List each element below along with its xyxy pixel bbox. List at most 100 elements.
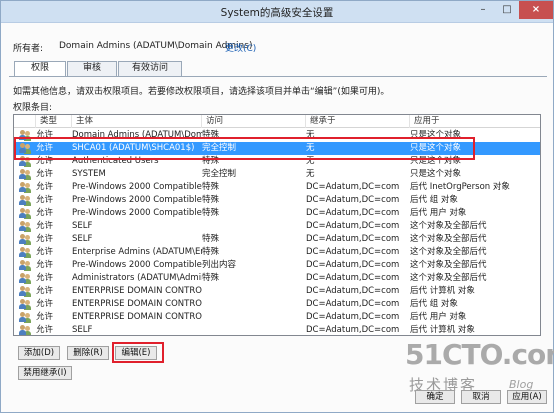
row-inherited-from: DC=Adatum,DC=com bbox=[306, 208, 400, 218]
row-applies-to: 这个对象及全部后代 bbox=[410, 273, 487, 283]
row-access: 特殊 bbox=[202, 156, 220, 166]
table-row[interactable]: 允许 ENTERPRISE DOMAIN CONTRO... DC=Adatum,D… bbox=[14, 298, 540, 311]
minimize-button[interactable]: – bbox=[471, 1, 495, 19]
title-bar: System的高级安全设置 – □ × bbox=[1, 1, 553, 23]
table-row[interactable]: 允许 Pre-Windows 2000 Compatible ... 特殊 DC=Ad… bbox=[14, 207, 540, 220]
row-type: 允许 bbox=[36, 312, 54, 322]
column-header-principal[interactable]: 主体 bbox=[72, 115, 202, 128]
table-row[interactable]: 允许 Administrators (ADATUM\Admin... 特殊 DC=Ad… bbox=[14, 272, 540, 285]
row-applies-to: 这个对象及全部后代 bbox=[410, 260, 487, 270]
tab-panel-border bbox=[9, 76, 547, 78]
table-row[interactable]: 允许 Pre-Windows 2000 Compatible ... 特殊 DC=Ad… bbox=[14, 181, 540, 194]
row-inherited-from: DC=Adatum,DC=com bbox=[306, 260, 400, 270]
row-access: 完全控制 bbox=[202, 143, 237, 153]
column-header-type[interactable]: 类型 bbox=[36, 115, 72, 128]
users-icon bbox=[19, 182, 31, 193]
table-row[interactable]: 允许 Authenticated Users 特殊 无 只是这个对象 bbox=[14, 155, 540, 168]
row-inherited-from: DC=Adatum,DC=com bbox=[306, 182, 400, 192]
change-owner-link[interactable]: 更改(C) bbox=[225, 41, 256, 54]
table-row[interactable]: 允许 SYSTEM 完全控制 无 只是这个对象 bbox=[14, 168, 540, 181]
row-access: 特殊 bbox=[202, 247, 220, 257]
users-icon bbox=[19, 130, 31, 141]
row-principal: Pre-Windows 2000 Compatible ... bbox=[72, 195, 202, 205]
table-row[interactable]: 允许 Domain Admins (ADATUM\Dom... 特殊 无 只是这个对象 bbox=[14, 129, 540, 142]
row-type: 允许 bbox=[36, 325, 54, 335]
row-type: 允许 bbox=[36, 208, 54, 218]
table-row[interactable]: 允许 Pre-Windows 2000 Compatible ... 特殊 DC=Ad… bbox=[14, 194, 540, 207]
tab-permissions[interactable]: 权限 bbox=[14, 61, 66, 77]
table-row[interactable]: 允许 SELF 特殊 DC=Adatum,DC=com 这个对象及全部后代 bbox=[14, 233, 540, 246]
row-inherited-from: 无 bbox=[306, 143, 315, 153]
users-icon bbox=[19, 234, 31, 245]
table-row[interactable]: 允许 SHCA01 (ADATUM\SHCA01$) 完全控制 无 只是这个对象 bbox=[14, 142, 540, 155]
row-principal: Pre-Windows 2000 Compatible ... bbox=[72, 260, 202, 270]
row-inherited-from: DC=Adatum,DC=com bbox=[306, 299, 400, 309]
row-access: 特殊 bbox=[202, 273, 220, 283]
apply-button[interactable]: 应用(A) bbox=[507, 390, 547, 404]
row-applies-to: 后代 计算机 对象 bbox=[410, 325, 475, 335]
row-applies-to: 这个对象及全部后代 bbox=[410, 247, 487, 257]
column-header-applies-to[interactable]: 应用于 bbox=[410, 115, 540, 128]
row-principal: ENTERPRISE DOMAIN CONTRO... bbox=[72, 312, 202, 322]
row-type: 允许 bbox=[36, 260, 54, 270]
row-principal: SELF bbox=[72, 325, 93, 335]
column-header-access[interactable]: 访问 bbox=[202, 115, 306, 128]
row-applies-to: 后代 InetOrgPerson 对象 bbox=[410, 182, 510, 192]
ok-button[interactable]: 确定 bbox=[415, 390, 455, 404]
disable-inheritance-button[interactable]: 禁用继承(I) bbox=[18, 366, 72, 380]
row-access: 特殊 bbox=[202, 182, 220, 192]
row-inherited-from: 无 bbox=[306, 130, 315, 140]
row-type: 允许 bbox=[36, 195, 54, 205]
row-principal: ENTERPRISE DOMAIN CONTRO... bbox=[72, 299, 202, 309]
row-applies-to: 只是这个对象 bbox=[410, 143, 462, 153]
tab-effective-access[interactable]: 有效访问 bbox=[118, 61, 182, 76]
row-access: 完全控制 bbox=[202, 169, 237, 179]
row-principal: Authenticated Users bbox=[72, 156, 159, 166]
row-applies-to: 后代 用户 对象 bbox=[410, 208, 467, 218]
row-inherited-from: 无 bbox=[306, 156, 315, 166]
column-header-icon bbox=[14, 115, 36, 128]
row-access: 特殊 bbox=[202, 234, 220, 244]
row-principal: Domain Admins (ADATUM\Dom... bbox=[72, 130, 202, 140]
close-button[interactable]: × bbox=[519, 1, 553, 19]
row-inherited-from: DC=Adatum,DC=com bbox=[306, 325, 400, 335]
row-applies-to: 只是这个对象 bbox=[410, 169, 462, 179]
table-row[interactable]: 允许 Pre-Windows 2000 Compatible ... 列出内容 DC=… bbox=[14, 259, 540, 272]
table-row[interactable]: 允许 Enterprise Admins (ADATUM\Ent...特殊 DC=A… bbox=[14, 246, 540, 259]
security-settings-window: System的高级安全设置 – □ × 所有者: Domain Admins (… bbox=[0, 0, 554, 413]
users-icon bbox=[19, 273, 31, 284]
users-icon bbox=[19, 169, 31, 180]
maximize-button[interactable]: □ bbox=[495, 1, 519, 19]
row-inherited-from: DC=Adatum,DC=com bbox=[306, 221, 400, 231]
users-icon bbox=[19, 299, 31, 310]
row-applies-to: 后代 组 对象 bbox=[410, 195, 458, 205]
row-principal: Enterprise Admins (ADATUM\Ent... bbox=[72, 247, 202, 257]
row-applies-to: 只是这个对象 bbox=[410, 156, 462, 166]
users-icon bbox=[19, 156, 31, 167]
row-applies-to: 后代 计算机 对象 bbox=[410, 286, 475, 296]
table-row[interactable]: 允许 SELF DC=Adatum,DC=com 后代 计算机 对象 bbox=[14, 324, 540, 335]
remove-button[interactable]: 删除(R) bbox=[67, 346, 109, 360]
info-text: 如需其他信息，请双击权限项目。若要修改权限项目，请选择该项目并单击“编辑”(如果… bbox=[13, 87, 390, 97]
row-access: 特殊 bbox=[202, 130, 220, 140]
column-header-inherited-from[interactable]: 继承于 bbox=[306, 115, 410, 128]
add-button[interactable]: 添加(D) bbox=[18, 346, 60, 360]
cancel-button[interactable]: 取消 bbox=[461, 390, 501, 404]
row-type: 允许 bbox=[36, 156, 54, 166]
tab-auditing[interactable]: 审核 bbox=[67, 61, 117, 76]
table-row[interactable]: 允许 ENTERPRISE DOMAIN CONTRO... DC=Adatum,D… bbox=[14, 311, 540, 324]
watermark: 51CTO.com 技术博客 Blog bbox=[405, 338, 554, 398]
row-access: 特殊 bbox=[202, 195, 220, 205]
table-row[interactable]: 允许 ENTERPRISE DOMAIN CONTRO... DC=Adatum,D… bbox=[14, 285, 540, 298]
row-type: 允许 bbox=[36, 182, 54, 192]
users-icon bbox=[19, 208, 31, 219]
table-row[interactable]: 允许 SELF DC=Adatum,DC=com 这个对象及全部后代 bbox=[14, 220, 540, 233]
permission-entries-grid[interactable]: 类型 主体 访问 继承于 应用于 允许 Domain Admins (ADATUM… bbox=[13, 114, 541, 336]
row-type: 允许 bbox=[36, 234, 54, 244]
row-inherited-from: DC=Adatum,DC=com bbox=[306, 234, 400, 244]
row-type: 允许 bbox=[36, 130, 54, 140]
row-inherited-from: 无 bbox=[306, 169, 315, 179]
row-applies-to: 这个对象及全部后代 bbox=[410, 221, 487, 231]
permission-entries-label: 权限条目: bbox=[13, 103, 53, 113]
users-icon bbox=[19, 325, 31, 335]
